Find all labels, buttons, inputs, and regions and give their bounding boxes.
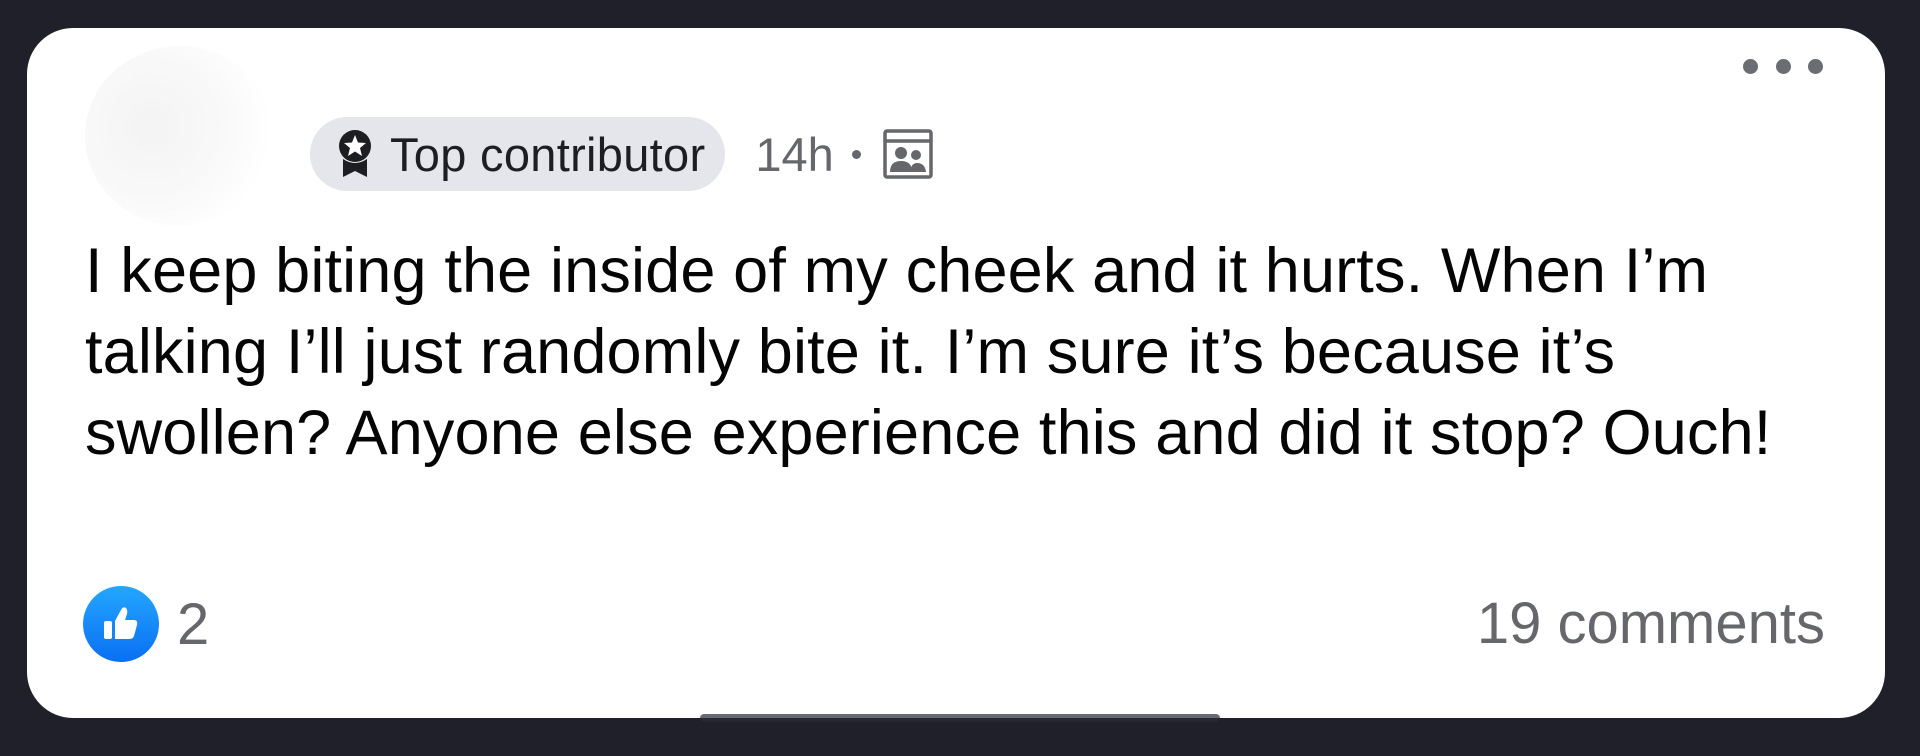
comments-count-link[interactable]: 19 comments — [1477, 586, 1825, 662]
top-contributor-icon — [336, 128, 374, 180]
post-body-text: I keep biting the inside of my cheek and… — [85, 236, 1772, 468]
post-timestamp[interactable]: 14h — [755, 127, 833, 182]
more-options-icon — [1775, 58, 1791, 74]
top-contributor-badge[interactable]: Top contributor — [310, 117, 726, 191]
video-controls-overlay — [700, 714, 1220, 722]
author-avatar[interactable] — [85, 46, 275, 226]
group-icon — [883, 128, 933, 180]
post-meta: Top contributor 14h — [310, 116, 933, 192]
like-icon — [83, 586, 159, 662]
badge-label: Top contributor — [390, 127, 706, 181]
reactions-summary[interactable]: 2 — [83, 584, 209, 664]
more-options-icon — [1743, 58, 1758, 74]
reaction-count: 2 — [177, 591, 210, 657]
post-card: Top contributor 14h I keep biting the in… — [27, 28, 1885, 718]
more-options-button[interactable] — [1743, 52, 1823, 80]
separator-dot — [851, 149, 861, 159]
more-options-icon — [1808, 58, 1823, 74]
